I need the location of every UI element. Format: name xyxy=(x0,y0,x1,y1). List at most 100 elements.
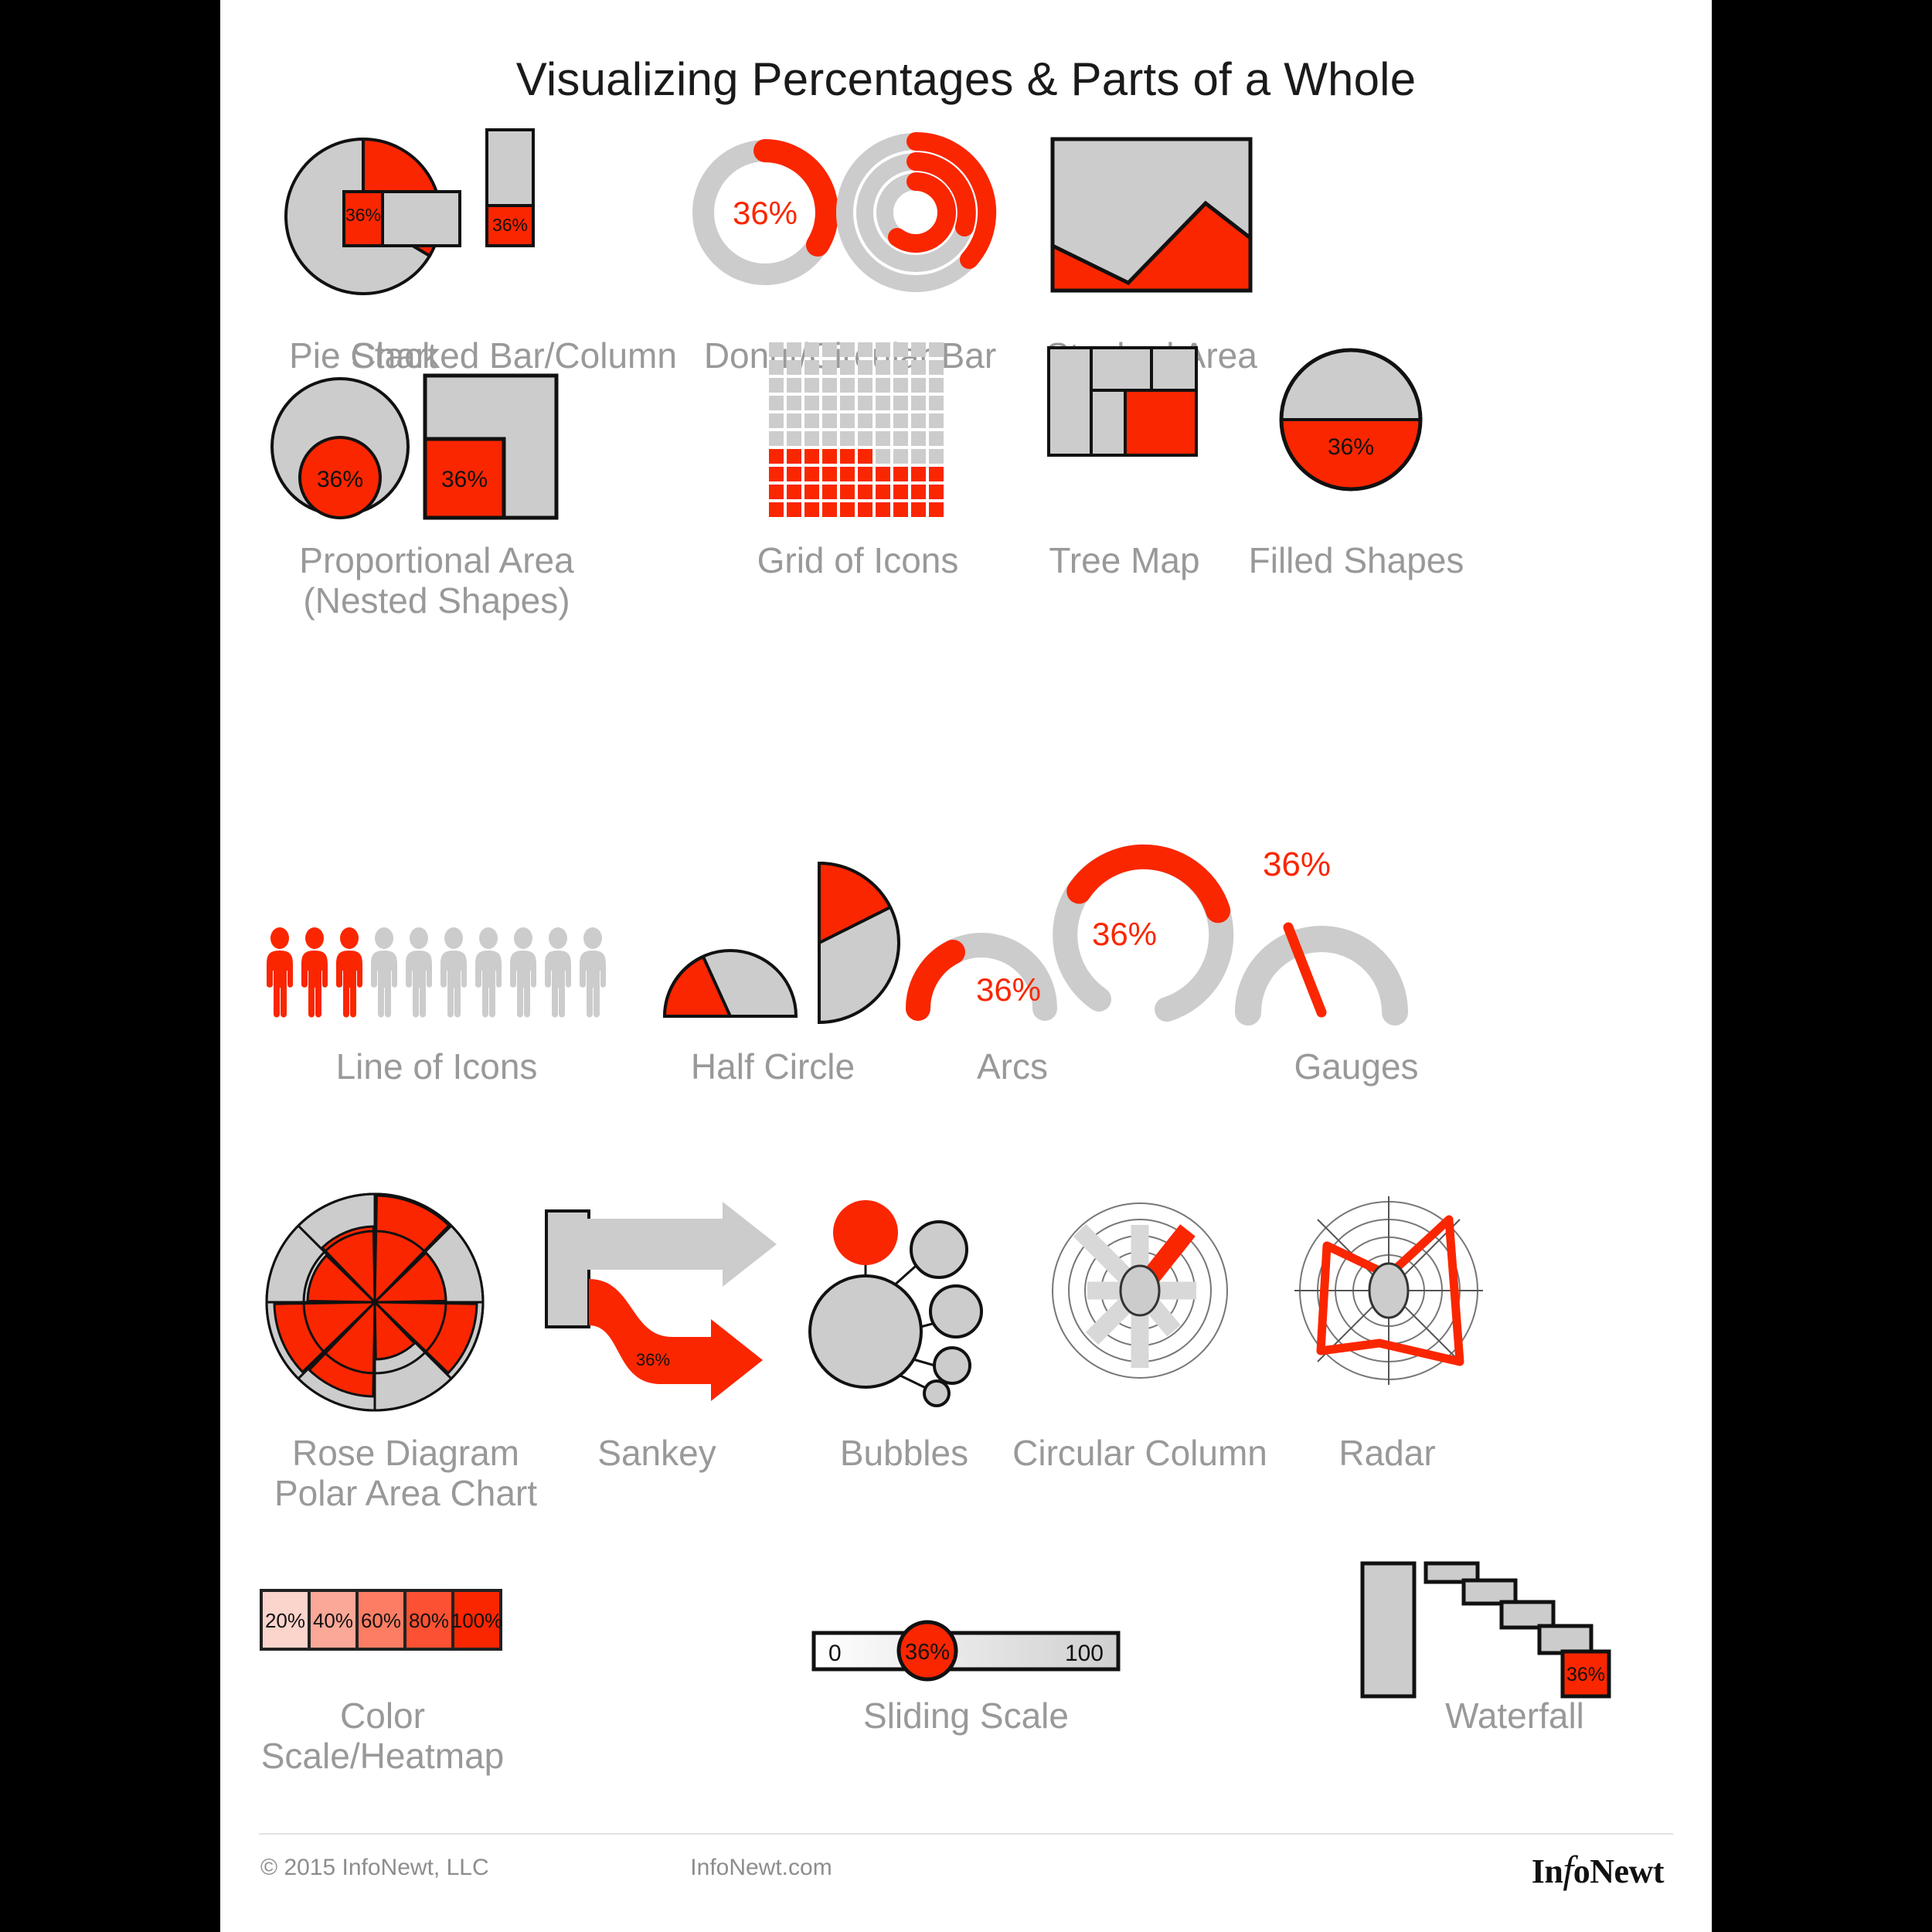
grid-icon-cell xyxy=(911,502,926,517)
grid-icon-cell xyxy=(876,413,890,428)
grid-icon-cell xyxy=(858,396,872,410)
waterfall-value: 36% xyxy=(1566,1664,1605,1685)
stacked-bar-column-figure: 36% 36% xyxy=(340,126,688,304)
grid-icon-cell xyxy=(876,342,890,357)
grid-icon-cell xyxy=(822,485,837,499)
page-title: Visualizing Percentages & Parts of a Who… xyxy=(515,53,1417,105)
grid-icon-cell xyxy=(911,431,926,446)
infonewt-logo: InfoNewt xyxy=(1532,1847,1665,1892)
person-icon xyxy=(267,927,293,1018)
grid-of-icons-caption: Grid of Icons xyxy=(757,540,959,580)
color-scale-label: 40% xyxy=(313,1609,353,1632)
grid-icon-cell xyxy=(787,449,801,464)
grid-icon-cell xyxy=(911,378,926,393)
grid-icon-cell xyxy=(769,396,784,410)
donut-circular-bar-figure: 36% xyxy=(684,131,1009,298)
grid-icon-cell xyxy=(858,360,872,375)
color-scale-label: 100% xyxy=(451,1609,503,1632)
tree-map-caption: Tree Map xyxy=(1049,540,1200,580)
grid-icon-cell xyxy=(822,342,837,357)
grid-icon-cell xyxy=(929,413,944,428)
grid-icon-cell xyxy=(876,449,890,464)
footer-website[interactable]: InfoNewt.com xyxy=(220,1855,1302,1881)
grid-icon-cell xyxy=(858,485,872,499)
logo-post: oNewt xyxy=(1573,1852,1665,1890)
grid-icon-cell xyxy=(822,360,837,375)
bubbles-figure xyxy=(804,1194,1005,1407)
grid-icon-cell xyxy=(804,413,819,428)
proportional-area-figure: 36% 36% xyxy=(263,369,559,524)
arcs-caption: Arcs xyxy=(977,1046,1048,1087)
infographic-page: Visualizing Percentages & Parts of a Who… xyxy=(220,0,1712,1932)
grid-icon-cell xyxy=(858,449,872,464)
grid-icon-cell xyxy=(929,360,944,375)
color-scale-figure: 20% 40% 60% 80% 100% xyxy=(259,1588,506,1665)
person-icon xyxy=(406,927,432,1018)
grid-icon-cell xyxy=(858,467,872,481)
arcs-figure: 36% 36% xyxy=(900,842,1234,1028)
grid-icon-cell xyxy=(858,502,872,517)
grid-icon-cell xyxy=(893,431,908,446)
grid-icon-cell xyxy=(804,431,819,446)
color-scale-label: 20% xyxy=(265,1609,305,1632)
grid-icon-cell xyxy=(822,502,837,517)
grid-icon-cell xyxy=(929,449,944,464)
logo-italic-f: f xyxy=(1563,1848,1573,1891)
grid-icon-cell xyxy=(769,485,784,499)
grid-icon-cell xyxy=(893,449,908,464)
grid-icon-cell xyxy=(893,342,908,357)
filled-shapes-value: 36% xyxy=(1328,434,1374,460)
line-of-icons-figure xyxy=(259,927,614,1024)
grid-icon-cell xyxy=(876,378,890,393)
grid-icon-cell xyxy=(911,360,926,375)
grid-icon-cell xyxy=(893,360,908,375)
grid-icon-cell xyxy=(876,467,890,481)
grid-icon-cell xyxy=(840,360,855,375)
circular-column-figure xyxy=(1047,1194,1233,1387)
sliding-scale-caption: Sliding Scale xyxy=(863,1696,1069,1736)
grid-icon-cell xyxy=(858,413,872,428)
proportional-square-value: 36% xyxy=(441,467,488,492)
grid-icon-cell xyxy=(858,431,872,446)
filled-shapes-figure: 36% xyxy=(1279,346,1426,497)
sliding-scale-min: 0 xyxy=(828,1641,842,1666)
grid-icon-cell xyxy=(804,502,819,517)
grid-icon-cell xyxy=(840,449,855,464)
grid-icon-cell xyxy=(804,467,819,481)
grid-icon-cell xyxy=(787,396,801,410)
grid-icon-cell xyxy=(787,413,801,428)
grid-icon-cell xyxy=(929,485,944,499)
half-circle-figure xyxy=(661,858,900,1025)
grid-icon-cell xyxy=(840,431,855,446)
grid-icon-cell xyxy=(929,502,944,517)
grid-icon-cell xyxy=(769,502,784,517)
grid-icon-cell xyxy=(822,431,837,446)
grid-icon-cell xyxy=(769,360,784,375)
grid-icon-cell xyxy=(893,413,908,428)
grid-icon-cell xyxy=(822,413,837,428)
grid-icon-cell xyxy=(769,431,784,446)
sankey-value: 36% xyxy=(636,1350,670,1369)
stacked-column-value: 36% xyxy=(492,215,528,235)
line-of-icons-caption: Line of Icons xyxy=(335,1046,538,1087)
sankey-figure: 36% xyxy=(545,1202,808,1403)
grid-icon-cell xyxy=(876,360,890,375)
tree-map-figure xyxy=(1047,346,1198,457)
grid-icon-cell xyxy=(840,396,855,410)
grid-icon-cell xyxy=(893,467,908,481)
person-icon xyxy=(371,927,397,1018)
grid-icon-cell xyxy=(804,396,819,410)
radar-figure xyxy=(1294,1194,1484,1387)
grid-icon-cell xyxy=(822,467,837,481)
grid-icon-cell xyxy=(769,342,784,357)
sliding-scale-value: 36% xyxy=(905,1640,950,1665)
grid-icon-cell xyxy=(929,396,944,410)
grid-icon-cell xyxy=(787,378,801,393)
grid-icon-cell xyxy=(876,396,890,410)
grid-icon-cell xyxy=(840,467,855,481)
grid-icon-cell xyxy=(911,485,926,499)
stacked-bar-value: 36% xyxy=(345,205,381,225)
grid-icon-cell xyxy=(858,342,872,357)
grid-icon-cell xyxy=(804,449,819,464)
half-circle-caption: Half Circle xyxy=(690,1046,855,1087)
